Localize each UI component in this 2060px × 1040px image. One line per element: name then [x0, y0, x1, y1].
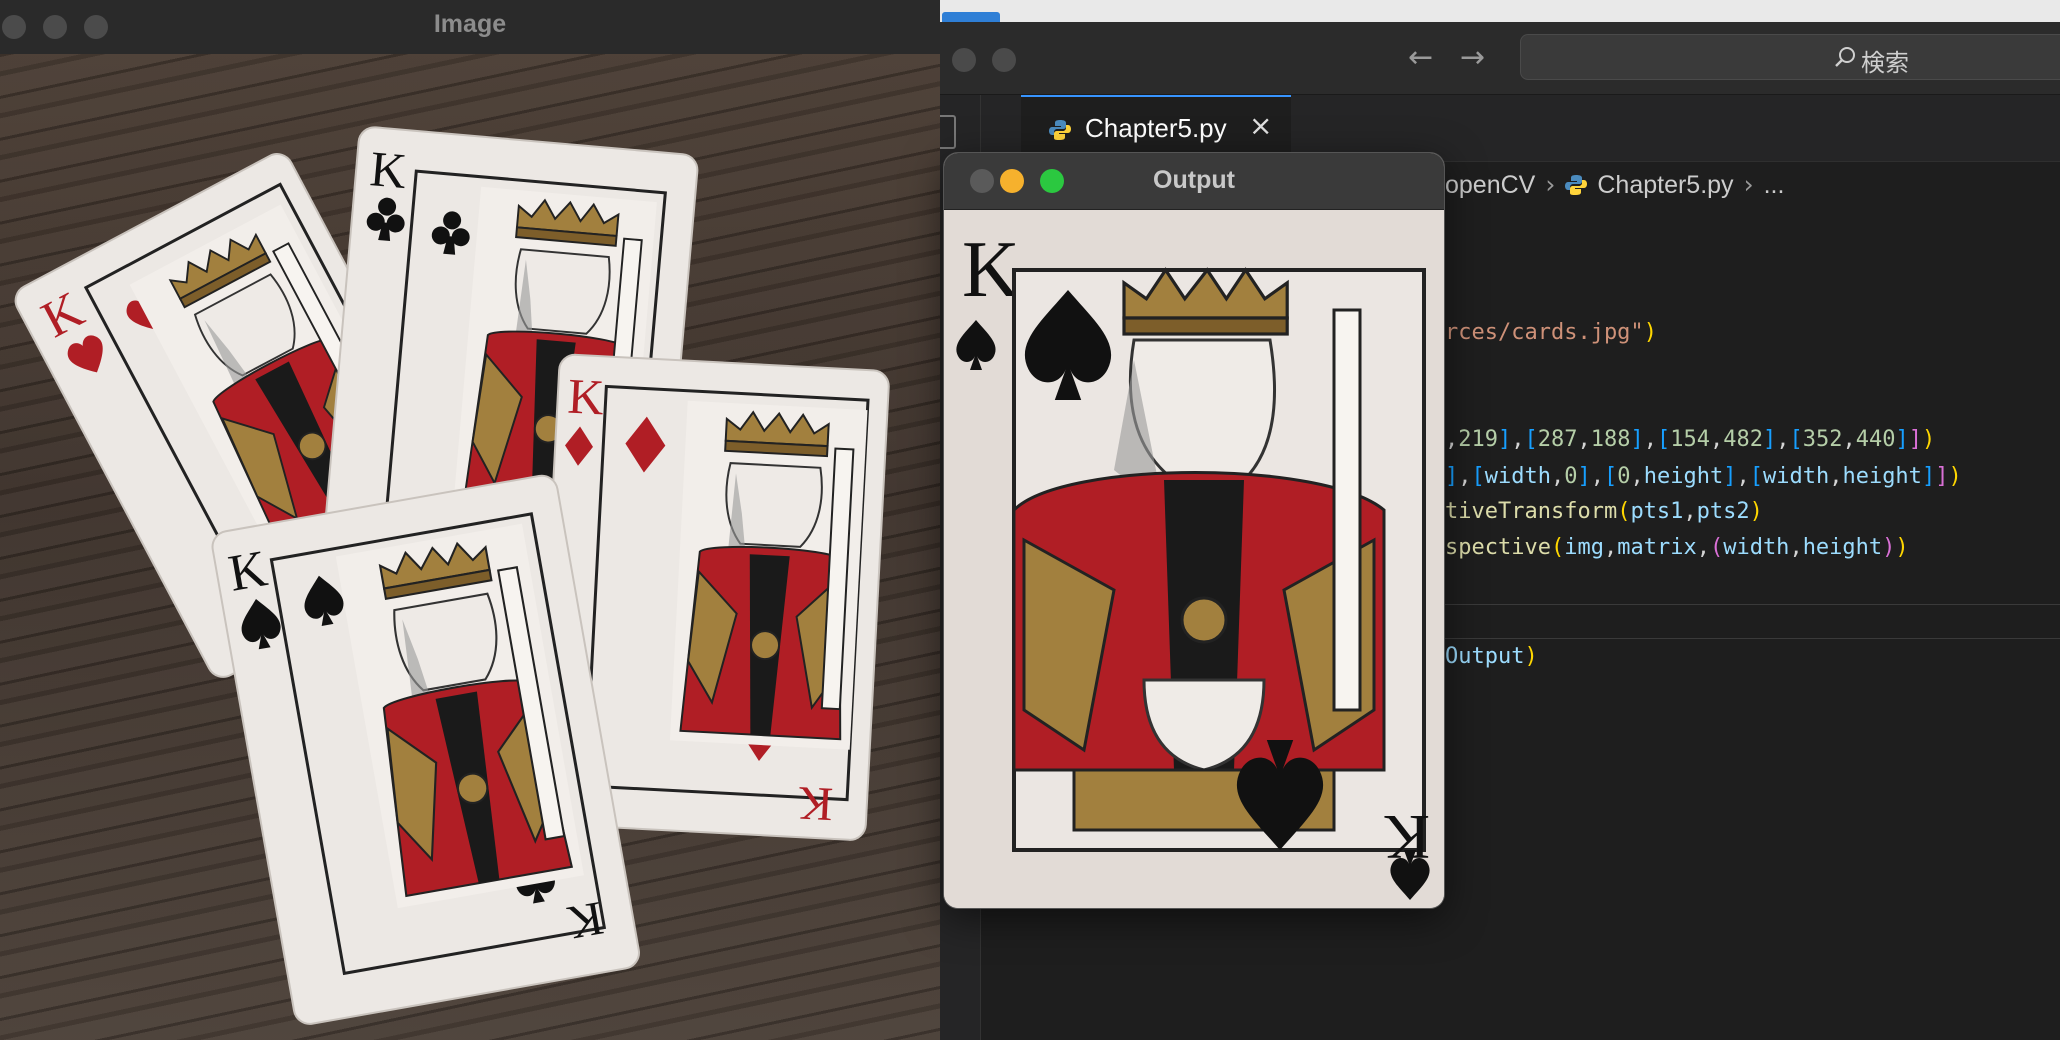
- warped-card-image: K K: [944, 210, 1444, 908]
- playing-cards-illustration: K K K K K K: [14, 126, 890, 1025]
- divider: [1445, 604, 2060, 605]
- code-line-imread[interactable]: rces/cards.jpg"): [1445, 318, 1657, 348]
- svg-text:K: K: [368, 140, 409, 199]
- vscode-titlebar: ← → 検索: [940, 22, 2060, 95]
- breadcrumb-more[interactable]: ...: [1764, 171, 1785, 199]
- output-window: Output K K: [944, 153, 1444, 908]
- back-button[interactable]: ←: [1408, 40, 1433, 76]
- search-label: 検索: [1861, 49, 1909, 77]
- svg-text:K: K: [962, 226, 1020, 314]
- search-icon: [1835, 47, 1855, 67]
- chevron-right-icon: ›: [1545, 170, 1556, 199]
- tab-chapter5[interactable]: Chapter5.py ×: [1021, 95, 1291, 161]
- breadcrumb: openCV › Chapter5.py ›...: [1445, 170, 1784, 200]
- tab-label: Chapter5.py: [1085, 113, 1227, 143]
- image-window: Image K K K K K K: [0, 0, 940, 1040]
- cards-photo: K K K K K K: [0, 54, 940, 1040]
- image-window-titlebar: Image: [0, 0, 940, 55]
- top-strip: [940, 0, 2060, 22]
- svg-text:K: K: [566, 368, 605, 426]
- python-icon: [1565, 175, 1588, 195]
- code-line-pts2[interactable]: ],[width,0],[0,height],[width,height]]): [1445, 462, 1962, 492]
- divider: [1445, 638, 2060, 639]
- chevron-right-icon: ›: [1743, 170, 1754, 199]
- code-line-pts1[interactable]: ,219],[287,188],[154,482],[352,440]]): [1445, 425, 1935, 455]
- output-window-title: Output: [1153, 166, 1235, 194]
- tab-close-icon[interactable]: ×: [1249, 109, 1272, 142]
- breadcrumb-file[interactable]: Chapter5.py: [1597, 171, 1733, 199]
- explorer-icon[interactable]: [940, 115, 956, 149]
- command-search[interactable]: 検索: [1520, 34, 2060, 80]
- vscode-minimize-button[interactable]: [992, 48, 1016, 72]
- svg-text:K: K: [1384, 802, 1430, 873]
- code-line-warp[interactable]: spective(img,matrix,(width,height)): [1445, 533, 1909, 563]
- python-icon: [1049, 120, 1071, 140]
- code-line-matrix[interactable]: tiveTransform(pts1,pts2): [1445, 497, 1763, 527]
- king-of-spades-warped: K K: [944, 210, 1444, 908]
- tab-bar: Chapter5.py ×: [981, 95, 2060, 162]
- breadcrumb-folder[interactable]: openCV: [1445, 171, 1535, 199]
- code-string: rces/cards.jpg": [1445, 320, 1644, 345]
- svg-text:K: K: [796, 776, 834, 831]
- forward-button[interactable]: →: [1460, 40, 1485, 76]
- code-line-imshow[interactable]: Output): [1445, 642, 1538, 672]
- active-app-indicator: [942, 12, 1000, 22]
- output-window-titlebar: Output: [944, 153, 1444, 210]
- vscode-close-button[interactable]: [952, 48, 976, 72]
- image-window-title: Image: [433, 10, 507, 38]
